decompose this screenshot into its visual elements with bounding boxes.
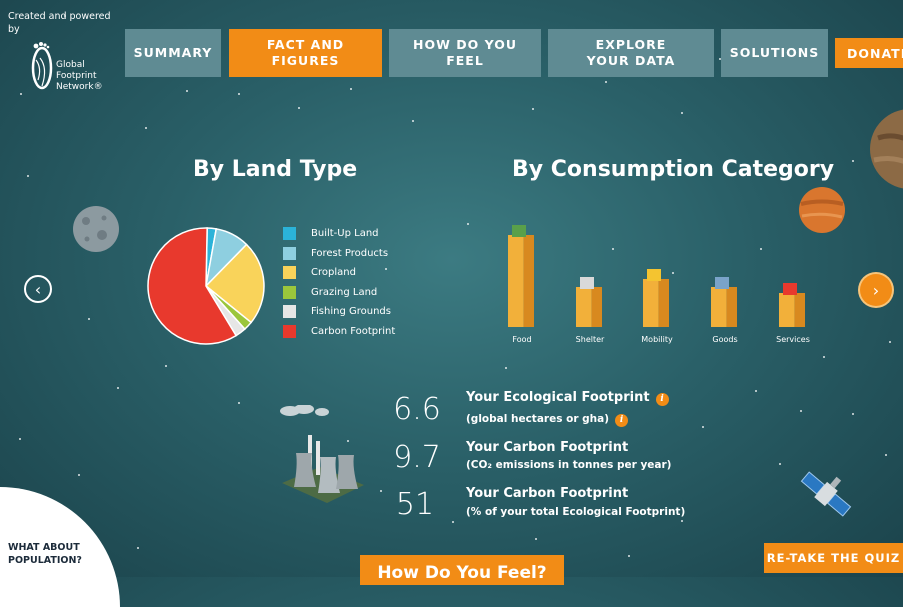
category-label-food: Food	[512, 335, 532, 344]
legend-item: Cropland	[283, 263, 395, 283]
category-label-goods: Goods	[712, 335, 738, 344]
chevron-left-icon: ‹	[34, 279, 42, 299]
population-link[interactable]: WHAT ABOUT POPULATION?	[8, 541, 108, 567]
nav-explore-your-data[interactable]: EXPLORE YOUR DATA	[548, 29, 714, 77]
carbon-footprint-subtitle: (CO₂ emissions in tonnes per year)	[466, 459, 672, 471]
carbon-footprint-title: Your Carbon Footprint	[466, 440, 629, 455]
carbon-percent-subtitle: (% of your total Ecological Footprint)	[466, 506, 686, 518]
consumption-heading: By Consumption Category	[512, 157, 835, 182]
brown-planet-icon	[870, 109, 903, 189]
carbon-percent-value: 51	[395, 487, 435, 522]
legend-swatch	[283, 246, 296, 260]
bar-shelter	[576, 277, 602, 327]
category-label-shelter: Shelter	[575, 335, 605, 344]
info-icon[interactable]: i	[655, 393, 669, 406]
logo-text: Global Footprint Network®	[56, 60, 103, 92]
satellite-icon	[800, 471, 852, 517]
retake-quiz-button[interactable]: RE-TAKE THE QUIZ	[764, 543, 903, 573]
legend-item: Fishing Grounds	[283, 302, 395, 322]
carbon-footprint-value: 9.7	[393, 440, 441, 475]
carbon-percent-title: Your Carbon Footprint	[466, 486, 629, 501]
prev-slide-button[interactable]: ‹	[24, 275, 52, 303]
how-do-you-feel-button[interactable]: How Do You Feel?	[360, 555, 564, 585]
land-type-heading: By Land Type	[193, 157, 358, 182]
credit-text: Created and powered by	[8, 11, 111, 35]
nav-fact-and-figures[interactable]: FACT AND FIGURES	[229, 29, 382, 77]
nav-summary[interactable]: SUMMARY	[125, 29, 221, 77]
donate-button[interactable]: DONATE	[835, 38, 903, 68]
legend-item: Forest Products	[283, 244, 395, 264]
legend-item: Built-Up Land	[283, 224, 395, 244]
legend-item: Carbon Footprint	[283, 322, 395, 342]
moon-icon	[73, 206, 119, 252]
legend-swatch	[283, 305, 296, 319]
info-icon[interactable]: i	[615, 414, 629, 427]
consumption-bar-chart	[508, 225, 805, 327]
legend-swatch	[283, 324, 296, 338]
bar-goods	[711, 277, 737, 327]
legend-swatch	[283, 285, 296, 299]
nav-solutions[interactable]: SOLUTIONS	[721, 29, 828, 77]
land-type-pie-chart	[147, 227, 265, 345]
chevron-right-icon: ›	[872, 280, 880, 300]
legend-swatch	[283, 266, 296, 280]
factory-icon	[280, 405, 364, 503]
bar-food	[508, 225, 534, 327]
ecological-footprint-subtitle: (global hectares or gha) i	[466, 413, 629, 427]
bar-services	[779, 283, 805, 327]
nav-how-do-you-feel[interactable]: HOW DO YOU FEEL	[389, 29, 541, 77]
category-label-mobility: Mobility	[641, 335, 673, 344]
bar-mobility	[643, 269, 669, 327]
legend-swatch	[283, 227, 296, 241]
legend-item: Grazing Land	[283, 283, 395, 303]
category-label-services: Services	[776, 335, 810, 344]
ecological-footprint-value: 6.6	[393, 392, 441, 427]
next-slide-button[interactable]: ›	[860, 274, 892, 306]
pie-legend: Built-Up Land Forest Products Cropland G…	[283, 224, 395, 341]
ecological-footprint-title: Your Ecological Footprint i	[466, 390, 669, 406]
